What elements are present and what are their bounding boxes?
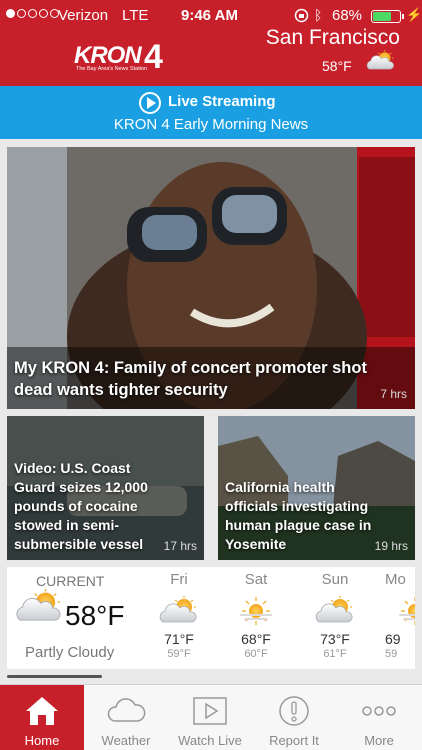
story-time: 19 hrs <box>374 539 408 553</box>
forecast-day[interactable]: Sun 73°F 61°F <box>305 571 365 660</box>
status-bar: Verizon LTE 9:46 AM ᛒ 68% ⚡ <box>0 6 422 26</box>
battery-percent: 68% <box>332 7 363 24</box>
story-headline: Video: U.S. Coast Guard seizes 12,000 po… <box>14 460 148 552</box>
play-icon <box>193 697 227 725</box>
carrier-label: Verizon <box>58 7 109 24</box>
alert-icon <box>279 696 309 726</box>
tab-more[interactable]: More <box>336 685 422 750</box>
weather-forecast-strip[interactable]: CURRENT 58°F Partly Cloudy Fri 71°F 59°F… <box>7 567 415 669</box>
top-story-time: 7 hrs <box>380 387 407 401</box>
partly-cloudy-icon <box>313 596 357 626</box>
forecast-day[interactable]: Sat 68°F 60°F <box>226 571 286 660</box>
play-icon <box>139 92 161 114</box>
live-program-name: KRON 4 Early Morning News <box>113 116 309 133</box>
charging-icon: ⚡ <box>406 7 422 22</box>
story-card[interactable]: Video: U.S. Coast Guard seizes 12,000 po… <box>7 416 204 560</box>
kron4-logo[interactable]: KRON 4 The Bay Area's News Station <box>74 38 178 76</box>
sunny-icon <box>234 596 278 626</box>
story-time: 17 hrs <box>163 539 197 553</box>
battery-icon <box>371 10 404 23</box>
tab-weather[interactable]: Weather <box>84 685 168 750</box>
header-temperature: 58°F <box>322 58 352 74</box>
tab-report-it[interactable]: Report It <box>252 685 336 750</box>
cloud-icon <box>107 698 146 722</box>
horizontal-scrollbar[interactable] <box>7 675 102 678</box>
bluetooth-icon: ᛒ <box>314 7 323 23</box>
sunny-icon <box>393 596 415 626</box>
current-condition: Partly Cloudy <box>25 644 115 661</box>
partly-cloudy-icon <box>12 589 67 625</box>
more-icon <box>362 706 396 716</box>
network-label: LTE <box>122 7 149 24</box>
rotation-lock-icon <box>294 8 309 23</box>
clock: 9:46 AM <box>181 7 238 24</box>
current-label: CURRENT <box>36 573 105 589</box>
partly-cloudy-icon <box>157 596 201 626</box>
tab-bar: Home Weather Watch Live Report It More <box>0 684 422 750</box>
home-icon <box>26 697 58 725</box>
story-card[interactable]: California health officials investigatin… <box>218 416 415 560</box>
signal-strength-icon <box>6 9 59 18</box>
current-temperature: 58°F <box>65 600 125 631</box>
forecast-day[interactable]: Mo 69 59 <box>385 571 415 660</box>
tab-home[interactable]: Home <box>0 685 84 750</box>
forecast-day[interactable]: Fri 71°F 59°F <box>149 571 209 660</box>
city-name[interactable]: San Francisco <box>266 26 400 50</box>
live-streaming-title: Live Streaming <box>168 93 276 110</box>
top-story-card[interactable]: My KRON 4: Family of concert promoter sh… <box>7 147 415 409</box>
top-story-headline: My KRON 4: Family of concert promoter sh… <box>14 359 367 399</box>
app-header: Verizon LTE 9:46 AM ᛒ 68% ⚡ KRON 4 The B… <box>0 0 422 86</box>
live-streaming-banner[interactable]: Live Streaming KRON 4 Early Morning News <box>0 86 422 139</box>
tab-watch-live[interactable]: Watch Live <box>168 685 252 750</box>
story-headline: California health officials investigatin… <box>225 479 372 552</box>
partly-cloudy-icon <box>364 50 398 72</box>
